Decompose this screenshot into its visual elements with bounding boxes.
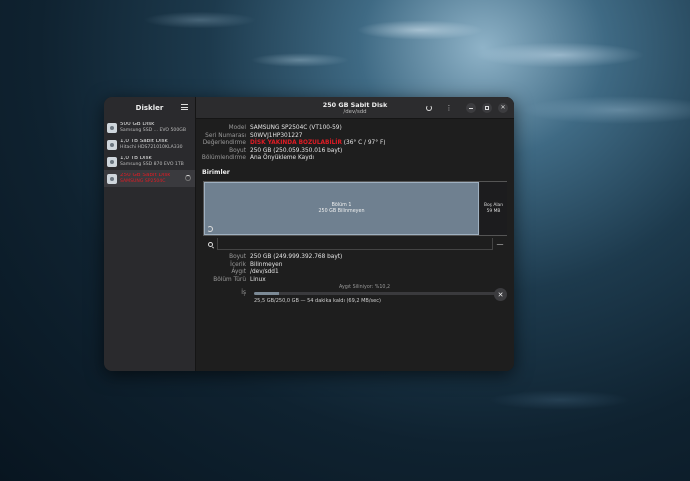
job-progress-fill	[254, 292, 280, 295]
partitioning-label: Bölümlendirme	[201, 155, 246, 162]
sidebar-title: Diskler	[135, 104, 164, 112]
volume-size-value: 250 GB (249.999.392.768 bayt)	[250, 254, 343, 260]
close-button[interactable]: ✕	[498, 103, 508, 113]
partitioning-value: Ana Önyükleme Kaydı	[250, 155, 314, 162]
disk-model: SAMSUNG SP2504C	[120, 178, 166, 184]
disk-name: 500 GB Disk	[120, 121, 155, 127]
minus-icon: —	[496, 240, 504, 248]
search-button[interactable]	[203, 238, 217, 250]
assessment-temperature: (36° C / 97° F)	[343, 140, 386, 147]
drive-menu-button[interactable]: ⋮	[444, 103, 454, 113]
partition-type-value: Linux	[250, 276, 266, 283]
search-icon	[207, 241, 213, 247]
partition-busy-icon	[207, 226, 213, 232]
volume-map: Bölüm 1 250 GB Bilinmeyen Boş Alan 59 MB	[203, 181, 507, 236]
close-icon: ✕	[497, 290, 504, 299]
minimize-icon	[469, 107, 473, 109]
model-label: Model	[228, 125, 246, 131]
job-label: İş	[241, 290, 246, 296]
remove-partition-button[interactable]: —	[493, 238, 507, 250]
main-pane: 250 GB Sabit Disk /dev/sdd ⋮ ✕ Model SAMS…	[196, 97, 514, 371]
power-icon	[426, 105, 432, 111]
partition-description: 250 GB Bilinmeyen	[318, 208, 365, 214]
drive-icon	[107, 122, 117, 133]
close-icon: ✕	[500, 104, 506, 111]
size-label: Boyut	[229, 147, 246, 154]
job-detail: 25,5 GB/250,0 GB — 54 dakika kaldı (69,2…	[254, 298, 381, 304]
contents-label: İçerik	[230, 261, 246, 268]
disk-model: Samsung SSD ... EVO 500GB	[120, 127, 186, 133]
disk-name: 1,0 TB Sabit Disk	[120, 138, 168, 144]
device-label: Aygıt	[231, 269, 246, 276]
hamburger-menu-icon[interactable]	[181, 104, 188, 110]
drive-icon	[107, 156, 117, 167]
partition-type-label: Bölüm Türü	[213, 276, 246, 283]
maximize-icon	[485, 106, 489, 110]
disks-window: Diskler 500 GB Disk Samsung SSD ... EVO …	[104, 97, 514, 371]
disk-name: 250 GB Sabit Disk	[120, 172, 171, 178]
volumes-heading: Birimler	[202, 169, 230, 176]
disk-item-500gb[interactable]: 500 GB Disk Samsung SSD ... EVO 500GB	[104, 119, 195, 136]
kebab-menu-icon: ⋮	[445, 103, 453, 112]
job-caption: Aygıt Siliniyor: %10,2	[339, 285, 391, 290]
drive-icon	[107, 139, 117, 150]
drive-icon	[107, 173, 117, 184]
contents-value: Bilinmeyen	[250, 261, 283, 268]
volume-toolbar: —	[203, 238, 507, 250]
disk-item-1tb-samsung[interactable]: 1,0 TB Disk Samsung SSD 870 EVO 1TB	[104, 153, 195, 170]
free-space-block[interactable]: Boş Alan 59 MB	[480, 182, 507, 235]
model-value: SAMSUNG SP2504C (VT100-59)	[250, 125, 342, 131]
volume-properties: Boyut 250 GB (249.999.392.768 bayt) İçeri…	[196, 254, 514, 284]
sidebar: Diskler 500 GB Disk Samsung SSD ... EVO …	[104, 97, 196, 371]
assessment-warning: DİSK YAKINDA BOZULABİLİR	[250, 140, 342, 147]
disk-model: Samsung SSD 870 EVO 1TB	[120, 161, 184, 167]
partition-1-block[interactable]: Bölüm 1 250 GB Bilinmeyen	[204, 182, 479, 235]
free-space-size: 59 MB	[486, 208, 501, 214]
header-bar: 250 GB Sabit Disk /dev/sdd ⋮ ✕	[196, 97, 514, 119]
disk-model: Hitachi HDS721010KLA330	[120, 144, 183, 150]
cancel-job-button[interactable]: ✕	[494, 288, 507, 301]
disk-item-1tb-hitachi[interactable]: 1,0 TB Sabit Disk Hitachi HDS721010KLA33…	[104, 136, 195, 153]
drive-properties: Model SAMSUNG SP2504C (VT100-59) Seri Num…	[196, 125, 514, 163]
power-button[interactable]	[424, 103, 434, 113]
sidebar-header: Diskler	[104, 97, 195, 119]
disk-item-250gb-selected[interactable]: 250 GB Sabit Disk SAMSUNG SP2504C	[104, 170, 195, 187]
maximize-button[interactable]	[482, 103, 492, 113]
disk-name: 1,0 TB Disk	[120, 155, 152, 161]
job-progress-bar	[254, 292, 500, 295]
assessment-label: Değerlendirme	[202, 140, 246, 147]
minimize-button[interactable]	[466, 103, 476, 113]
device-value: /dev/sdd1	[250, 269, 279, 276]
busy-spinner-icon	[185, 175, 191, 181]
volume-size-label: Boyut	[229, 254, 246, 260]
